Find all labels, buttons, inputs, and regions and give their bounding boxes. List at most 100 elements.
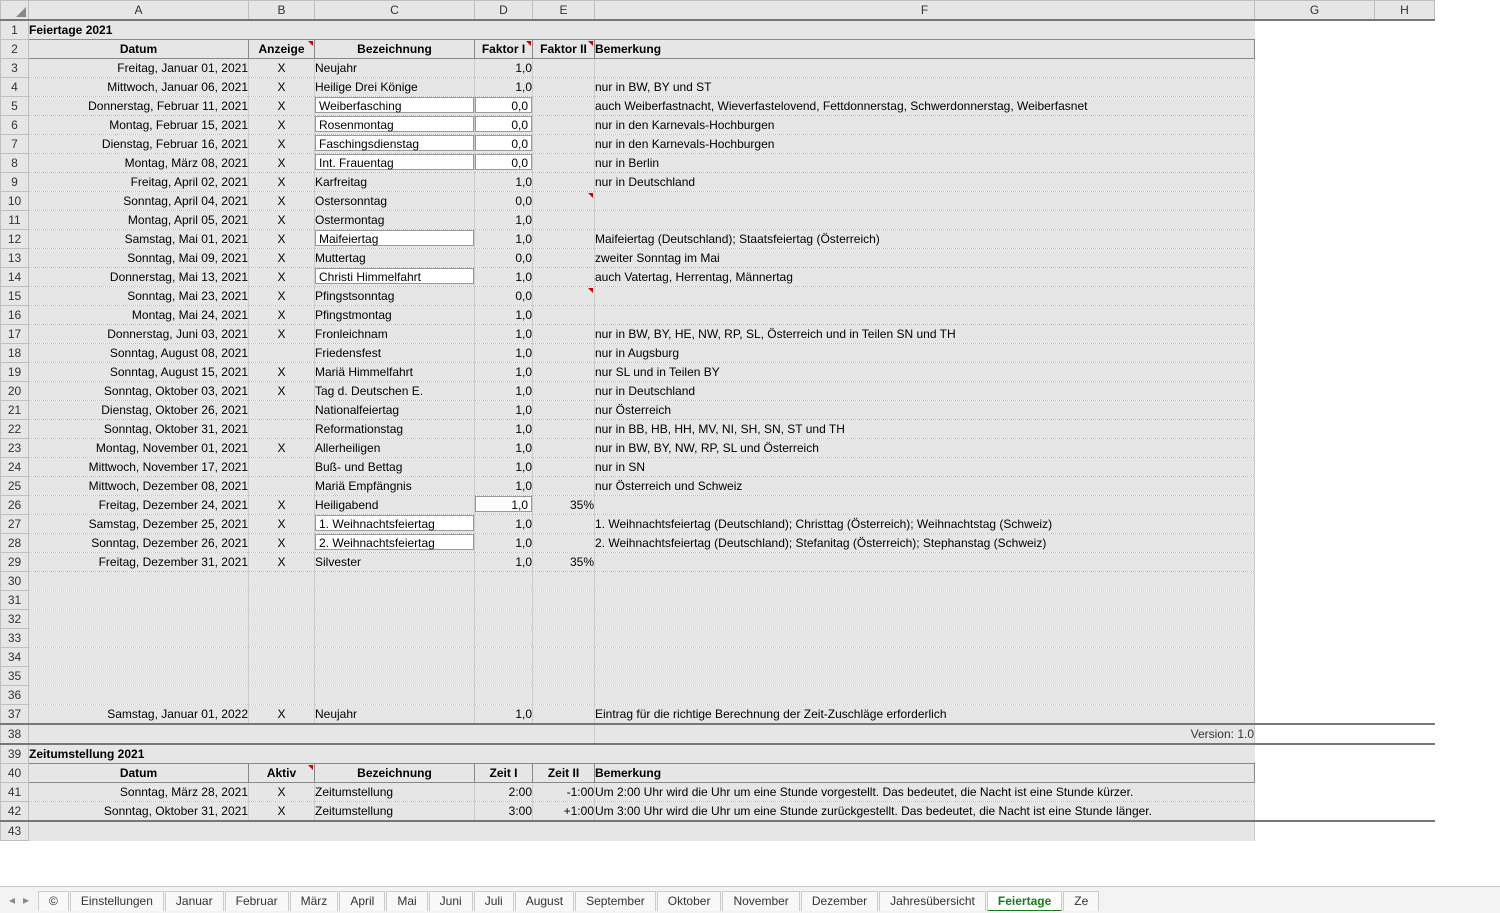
cell-anzeige[interactable]: X	[249, 439, 315, 458]
row-header-13[interactable]: 13	[1, 249, 29, 268]
cell-bemerkung[interactable]: nur in BW, BY, HE, NW, RP, SL, Österreic…	[595, 325, 1255, 344]
row-header-24[interactable]: 24	[1, 458, 29, 477]
cell-bezeichnung[interactable]: Fronleichnam	[315, 325, 475, 344]
cell-faktor1[interactable]: 0,0	[475, 154, 533, 173]
cell-bezeichnung[interactable]: Silvester	[315, 553, 475, 572]
cell-anzeige[interactable]: X	[249, 135, 315, 154]
cell-bezeichnung[interactable]: Neujahr	[315, 59, 475, 78]
cell-input[interactable]: Int. Frauentag	[315, 154, 474, 170]
cell-bezeichnung[interactable]: Friedensfest	[315, 344, 475, 363]
cell-input[interactable]: 2. Weihnachtsfeiertag	[315, 534, 474, 550]
cell-datum[interactable]: Mittwoch, November 17, 2021	[29, 458, 249, 477]
cell-input[interactable]: Weiberfasching	[315, 97, 474, 113]
cell-input[interactable]: 0,0	[475, 135, 532, 151]
row-header-6[interactable]: 6	[1, 116, 29, 135]
row-header-35[interactable]: 35	[1, 667, 29, 686]
col-D[interactable]: D	[475, 1, 533, 21]
cell-datum[interactable]: Donnerstag, Juni 03, 2021	[29, 325, 249, 344]
cell-bemerkung[interactable]	[595, 192, 1255, 211]
cell-faktor2[interactable]	[533, 268, 595, 287]
cell-bemerkung[interactable]: Eintrag für die richtige Berechnung der …	[595, 705, 1255, 725]
cell-faktor2[interactable]	[533, 78, 595, 97]
row-header-17[interactable]: 17	[1, 325, 29, 344]
cell-faktor1[interactable]: 1,0	[475, 325, 533, 344]
row-header-26[interactable]: 26	[1, 496, 29, 515]
cell-datum[interactable]: Freitag, April 02, 2021	[29, 173, 249, 192]
col-C[interactable]: C	[315, 1, 475, 21]
sheet-tab-August[interactable]: August	[515, 891, 574, 911]
comment-marker-icon[interactable]	[308, 765, 313, 770]
cell-datum[interactable]: Montag, November 01, 2021	[29, 439, 249, 458]
cell-anzeige[interactable]: X	[249, 116, 315, 135]
cell-datum[interactable]: Sonntag, Dezember 26, 2021	[29, 534, 249, 553]
col-F[interactable]: F	[595, 1, 1255, 21]
sheet-tab-März[interactable]: März	[290, 891, 339, 911]
cell-bemerkung[interactable]: nur in Deutschland	[595, 173, 1255, 192]
cell-faktor1[interactable]: 1,0	[475, 553, 533, 572]
cell-faktor1[interactable]: 1,0	[475, 363, 533, 382]
cell-faktor1[interactable]: 0,0	[475, 287, 533, 306]
cell-anzeige[interactable]	[249, 458, 315, 477]
cell-faktor2[interactable]	[533, 230, 595, 249]
row-header-16[interactable]: 16	[1, 306, 29, 325]
cell-input[interactable]: Maifeiertag	[315, 230, 474, 246]
sheet-tab-Jahresübersicht[interactable]: Jahresübersicht	[879, 891, 986, 911]
cell-datum[interactable]: Freitag, Dezember 24, 2021	[29, 496, 249, 515]
cell-bezeichnung[interactable]: Weiberfasching	[315, 97, 475, 116]
cell-faktor2[interactable]	[533, 325, 595, 344]
cell-faktor1[interactable]: 0,0	[475, 135, 533, 154]
cell-bemerkung[interactable]: nur Österreich und Schweiz	[595, 477, 1255, 496]
row-header-12[interactable]: 12	[1, 230, 29, 249]
sheet-tab-Feiertage[interactable]: Feiertage	[987, 891, 1062, 911]
cell-bemerkung[interactable]	[595, 553, 1255, 572]
cell-bemerkung[interactable]: zweiter Sonntag im Mai	[595, 249, 1255, 268]
cell-datum[interactable]: Sonntag, Mai 09, 2021	[29, 249, 249, 268]
cell-bezeichnung[interactable]: Zeitumstellung	[315, 783, 475, 802]
cell-bemerkung[interactable]	[595, 59, 1255, 78]
row-header-33[interactable]: 33	[1, 629, 29, 648]
cell-zeit2[interactable]: -1:00	[533, 783, 595, 802]
cell-aktiv[interactable]: X	[249, 802, 315, 822]
cell-anzeige[interactable]: X	[249, 382, 315, 401]
cell-bemerkung[interactable]: nur in den Karnevals-Hochburgen	[595, 135, 1255, 154]
cell-datum[interactable]: Samstag, Mai 01, 2021	[29, 230, 249, 249]
cell-bemerkung[interactable]	[595, 306, 1255, 325]
row-header-37[interactable]: 37	[1, 705, 29, 725]
cell-datum[interactable]: Donnerstag, Mai 13, 2021	[29, 268, 249, 287]
row-header-18[interactable]: 18	[1, 344, 29, 363]
cell-bemerkung[interactable]: nur in BB, HB, HH, MV, NI, SH, SN, ST un…	[595, 420, 1255, 439]
cell-faktor2[interactable]	[533, 59, 595, 78]
cell-bezeichnung[interactable]: Pfingstmontag	[315, 306, 475, 325]
cell-bezeichnung[interactable]: Allerheiligen	[315, 439, 475, 458]
cell-bezeichnung[interactable]: Zeitumstellung	[315, 802, 475, 822]
cell-faktor2[interactable]	[533, 306, 595, 325]
cell-faktor1[interactable]: 1,0	[475, 439, 533, 458]
cell-bezeichnung[interactable]: Christi Himmelfahrt	[315, 268, 475, 287]
cell-bemerkung[interactable]: nur in Augsburg	[595, 344, 1255, 363]
cell-faktor2[interactable]	[533, 192, 595, 211]
cell-anzeige[interactable]: X	[249, 192, 315, 211]
col-H[interactable]: H	[1375, 1, 1435, 21]
cell-datum[interactable]: Sonntag, Mai 23, 2021	[29, 287, 249, 306]
cell-input[interactable]: 0,0	[475, 154, 532, 170]
row-header-3[interactable]: 3	[1, 59, 29, 78]
cell-faktor1[interactable]: 1,0	[475, 420, 533, 439]
cell-bezeichnung[interactable]: Int. Frauentag	[315, 154, 475, 173]
cell-datum[interactable]: Sonntag, August 08, 2021	[29, 344, 249, 363]
cell-bemerkung[interactable]: nur in Berlin	[595, 154, 1255, 173]
cell-bemerkung[interactable]: Um 3:00 Uhr wird die Uhr um eine Stunde …	[595, 802, 1255, 822]
row-header-22[interactable]: 22	[1, 420, 29, 439]
cell-faktor2[interactable]	[533, 458, 595, 477]
cell-bezeichnung[interactable]: Faschingsdienstag	[315, 135, 475, 154]
cell-faktor1[interactable]: 1,0	[475, 268, 533, 287]
cell-faktor2[interactable]: 35%	[533, 496, 595, 515]
cell-anzeige[interactable]: X	[249, 59, 315, 78]
cell-faktor1[interactable]: 0,0	[475, 97, 533, 116]
cell-anzeige[interactable]: X	[249, 173, 315, 192]
cell-faktor1[interactable]: 0,0	[475, 249, 533, 268]
cell-faktor1[interactable]: 1,0	[475, 515, 533, 534]
cell-bemerkung[interactable]: Maifeiertag (Deutschland); Staatsfeierta…	[595, 230, 1255, 249]
cell-bemerkung[interactable]: auch Weiberfastnacht, Wieverfastelovend,…	[595, 97, 1255, 116]
cell-datum[interactable]: Montag, März 08, 2021	[29, 154, 249, 173]
cell-input[interactable]: Rosenmontag	[315, 116, 474, 132]
